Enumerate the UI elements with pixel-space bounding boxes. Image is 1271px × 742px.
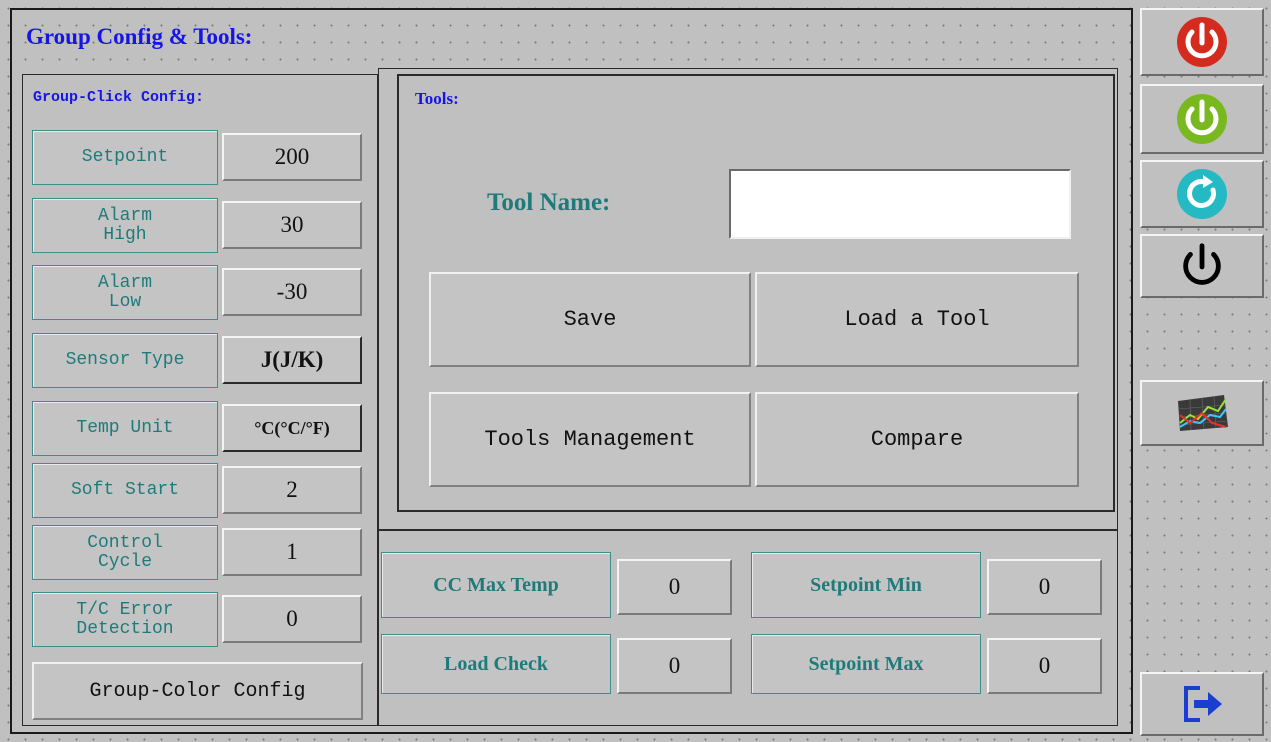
alarm-high-value[interactable]: 30	[222, 201, 362, 249]
soft-start-label[interactable]: Soft Start	[32, 463, 218, 518]
power-off-button[interactable]	[1140, 8, 1264, 76]
setpoint-min-value[interactable]: 0	[987, 559, 1102, 615]
tc-error-detection-label[interactable]: T/C Error Detection	[32, 592, 218, 647]
page-title: Group Config & Tools:	[26, 24, 253, 49]
setpoint-max-label[interactable]: Setpoint Max	[751, 634, 981, 694]
exit-button[interactable]	[1140, 672, 1264, 736]
load-check-value[interactable]: 0	[617, 638, 732, 694]
save-button[interactable]: Save	[429, 272, 751, 367]
sensor-type-label[interactable]: Sensor Type	[32, 333, 218, 388]
alarm-low-label[interactable]: Alarm Low	[32, 265, 218, 320]
tool-name-label: Tool Name:	[487, 189, 611, 216]
refresh-teal-icon	[1177, 169, 1227, 219]
setpoint-value[interactable]: 200	[222, 133, 362, 181]
temp-unit-value[interactable]: °C(°C/°F)	[222, 404, 362, 452]
load-check-label[interactable]: Load Check	[381, 634, 611, 694]
group-color-config-button[interactable]: Group-Color Config	[32, 662, 363, 720]
power-red-icon	[1177, 17, 1227, 67]
exit-icon	[1184, 686, 1222, 722]
group-click-heading: Group-Click Config:	[33, 89, 205, 106]
alarm-low-value[interactable]: -30	[222, 268, 362, 316]
load-tool-button[interactable]: Load a Tool	[755, 272, 1079, 367]
power-on-button[interactable]	[1140, 84, 1264, 154]
control-cycle-value[interactable]: 1	[222, 528, 362, 576]
tool-name-input[interactable]	[729, 169, 1071, 239]
setpoint-label[interactable]: Setpoint	[32, 130, 218, 185]
power-green-icon	[1177, 94, 1227, 144]
setpoint-min-label[interactable]: Setpoint Min	[751, 552, 981, 618]
cc-max-temp-value[interactable]: 0	[617, 559, 732, 615]
cc-max-temp-label[interactable]: CC Max Temp	[381, 552, 611, 618]
compare-button[interactable]: Compare	[755, 392, 1079, 487]
sensor-type-value[interactable]: J(J/K)	[222, 336, 362, 384]
trend-chart-icon	[1177, 395, 1229, 431]
setpoint-max-value[interactable]: 0	[987, 638, 1102, 694]
soft-start-value[interactable]: 2	[222, 466, 362, 514]
refresh-button[interactable]	[1140, 160, 1264, 228]
tools-heading: Tools:	[415, 89, 459, 108]
temp-unit-label[interactable]: Temp Unit	[32, 401, 218, 456]
power-black-icon	[1183, 243, 1221, 285]
tc-error-detection-value[interactable]: 0	[222, 595, 362, 643]
standby-button[interactable]	[1140, 234, 1264, 298]
tools-management-button[interactable]: Tools Management	[429, 392, 751, 487]
control-cycle-label[interactable]: Control Cycle	[32, 525, 218, 580]
trend-chart-button[interactable]	[1140, 380, 1264, 446]
alarm-high-label[interactable]: Alarm High	[32, 198, 218, 253]
